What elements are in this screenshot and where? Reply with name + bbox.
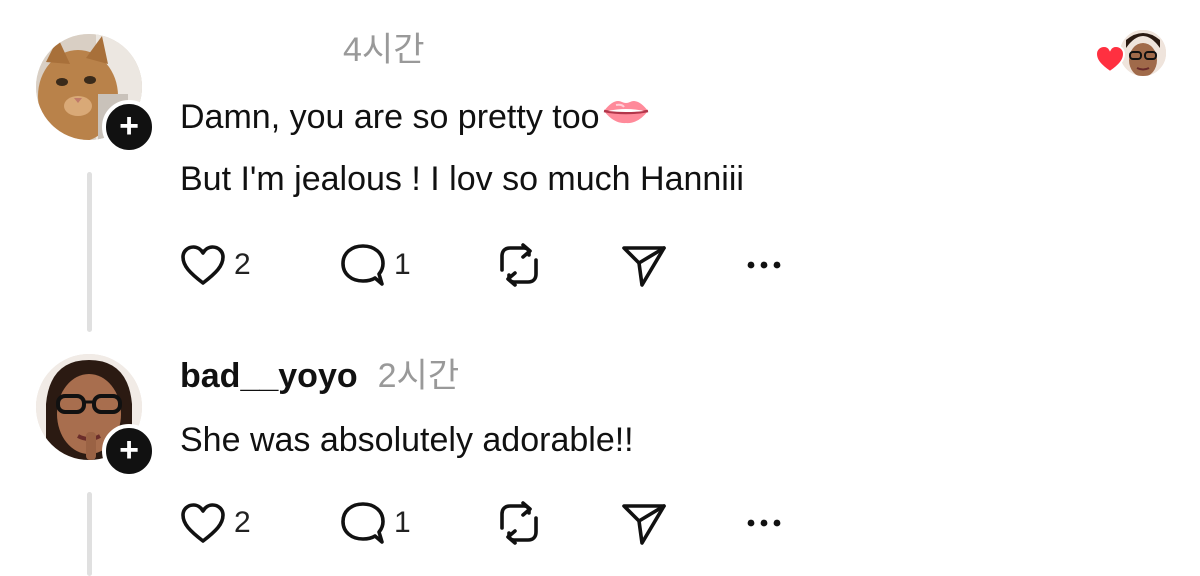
comment-line: Damn, you are so pretty too <box>180 98 600 136</box>
username[interactable]: bad__yoyo <box>180 357 358 395</box>
comment-body: Damn, you are so pretty too <box>180 97 650 139</box>
more-dots-icon <box>747 261 781 269</box>
comment-line: She was absolutely adorable!! <box>180 421 634 459</box>
timestamp[interactable]: 4시간 <box>343 31 424 69</box>
reply-button[interactable]: 1 <box>340 240 411 290</box>
red-heart-icon <box>1094 44 1126 74</box>
speech-bubble-icon <box>341 244 385 286</box>
comment-thread: + 4시간 Damn, you are so pretty too But I'… <box>0 0 1200 576</box>
comment-body: She was absolutely adorable!! <box>180 420 634 460</box>
reply-count: 1 <box>394 248 411 281</box>
comment-actions: 2 1 <box>180 240 800 290</box>
repost-button[interactable] <box>496 240 542 290</box>
comment-actions: 2 1 <box>180 498 800 548</box>
paper-plane-icon <box>622 504 666 545</box>
comment-meta: bad__yoyo 2시간 <box>180 356 459 396</box>
repost-button[interactable] <box>496 498 542 548</box>
like-button[interactable]: 2 <box>180 498 251 548</box>
reply-count: 1 <box>394 506 411 539</box>
speech-bubble-icon <box>341 502 385 544</box>
thread-line <box>87 492 92 576</box>
comment-body-line-2: But I'm jealous ! I lov so much Hanniii <box>180 159 744 199</box>
repost-arrows-icon <box>500 501 538 545</box>
lips-emoji <box>602 95 650 135</box>
thread-line <box>87 172 92 332</box>
repost-arrows-icon <box>500 243 538 287</box>
reply-button[interactable]: 1 <box>340 498 411 548</box>
follow-button[interactable]: + <box>102 100 156 154</box>
author-liked-indicator <box>1094 26 1170 82</box>
heart-outline-icon <box>181 245 225 285</box>
paper-plane-icon <box>622 246 666 287</box>
like-count: 2 <box>234 248 251 281</box>
comment-line: But I'm jealous ! I lov so much Hanniii <box>180 160 744 198</box>
more-options-button[interactable] <box>746 498 782 548</box>
like-button[interactable]: 2 <box>180 240 251 290</box>
comment-meta: 4시간 <box>180 30 424 70</box>
heart-outline-icon <box>181 503 225 543</box>
share-button[interactable] <box>620 240 668 290</box>
follow-button[interactable]: + <box>102 424 156 478</box>
more-options-button[interactable] <box>746 240 782 290</box>
timestamp[interactable]: 2시간 <box>378 357 459 395</box>
more-dots-icon <box>747 519 781 527</box>
like-count: 2 <box>234 506 251 539</box>
share-button[interactable] <box>620 498 668 548</box>
